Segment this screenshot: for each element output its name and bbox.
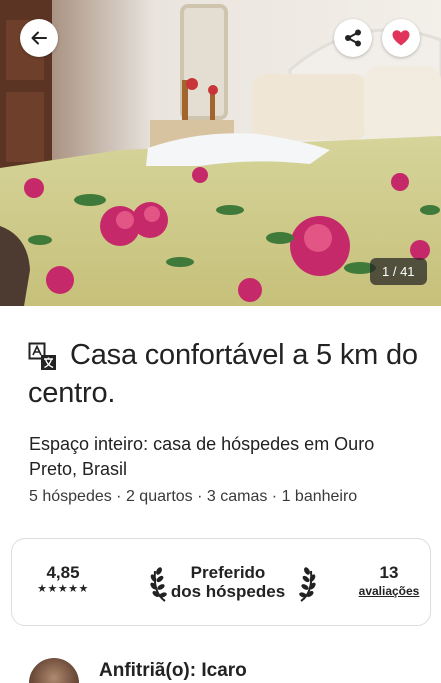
host-avatar[interactable]	[29, 658, 79, 683]
translate-icon[interactable]	[28, 342, 58, 372]
reviews-stat[interactable]: 13 avaliações	[352, 563, 426, 599]
guest-favorite-text: Preferido dos hóspedes	[168, 563, 288, 601]
back-button[interactable]	[20, 19, 58, 57]
listing-photo[interactable]: 1 / 41	[0, 0, 441, 306]
heart-icon	[392, 30, 410, 46]
rating-value: 4,85	[46, 563, 80, 582]
guest-favorite-line2: dos hóspedes	[170, 582, 286, 601]
arrow-left-icon	[31, 31, 47, 45]
listing-subtitle: Espaço inteiro: casa de hóspedes em Ouro…	[29, 434, 375, 479]
share-button[interactable]	[334, 19, 372, 57]
host-name: Anfitriã(o): Icaro	[99, 660, 247, 681]
reviews-link[interactable]: avaliações	[352, 583, 426, 599]
favorite-button[interactable]	[382, 19, 420, 57]
photo-counter: 1 / 41	[370, 258, 427, 285]
guest-favorite-line1: Preferido	[190, 563, 266, 582]
guest-favorite-badge: Preferido dos hóspedes	[138, 559, 318, 605]
listing-stats-card[interactable]: 4,85 ★★★★★ Preferido dos hóspedes 13 ava…	[11, 538, 431, 626]
reviews-count: 13	[379, 563, 399, 582]
host-row[interactable]: Anfitriã(o): Icaro	[29, 654, 429, 683]
listing-title: Casa confortável a 5 km do centro.	[28, 339, 418, 409]
title-row: Casa confortável a 5 km do centro.	[28, 336, 418, 412]
rating-stat: 4,85 ★★★★★	[26, 563, 100, 596]
rating-stars: ★★★★★	[37, 583, 89, 595]
share-icon	[345, 29, 361, 47]
laurel-right-icon	[299, 567, 316, 602]
listing-details: Casa confortável a 5 km do centro. Espaç…	[0, 306, 441, 683]
listing-capacity: 5 hóspedes · 2 quartos · 3 camas · 1 ban…	[29, 488, 358, 505]
